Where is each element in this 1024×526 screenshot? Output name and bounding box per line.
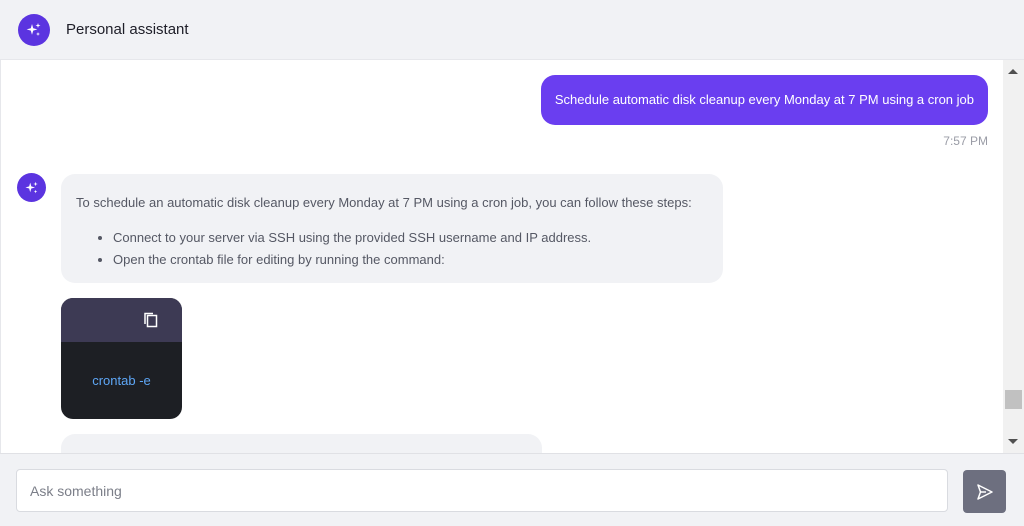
code-text: crontab -e <box>92 373 151 388</box>
chat-scrollbar[interactable] <box>1003 60 1024 453</box>
send-button[interactable] <box>963 470 1006 513</box>
sparkles-icon <box>24 181 38 193</box>
scroll-up-icon[interactable] <box>1008 69 1018 74</box>
code-block-header <box>61 298 182 342</box>
steps-list: Connect to your server via SSH using the… <box>76 227 708 271</box>
chat-header: Personal assistant <box>0 0 1024 60</box>
assistant-avatar <box>18 13 50 46</box>
bot-message-partial <box>61 434 542 453</box>
list-item: Connect to your server via SSH using the… <box>113 227 708 249</box>
composer-bar <box>0 453 1024 526</box>
send-icon <box>976 483 993 500</box>
bot-avatar <box>17 173 46 202</box>
bot-message: To schedule an automatic disk cleanup ev… <box>61 174 723 283</box>
ask-input[interactable] <box>16 469 948 512</box>
user-message: Schedule automatic disk cleanup every Mo… <box>540 75 988 125</box>
code-block: crontab -e <box>61 298 182 419</box>
scroll-thumb[interactable] <box>1005 390 1022 409</box>
header-title: Personal assistant <box>66 21 189 38</box>
sparkles-icon <box>26 22 41 36</box>
list-item: Open the crontab file for editing by run… <box>113 249 708 271</box>
chat-messages: Schedule automatic disk cleanup every Mo… <box>0 60 1003 453</box>
message-timestamp: 7:57 PM <box>943 134 988 148</box>
bot-message-intro: To schedule an automatic disk cleanup ev… <box>76 195 692 210</box>
copy-icon[interactable] <box>142 311 160 334</box>
scroll-down-icon[interactable] <box>1008 439 1018 444</box>
